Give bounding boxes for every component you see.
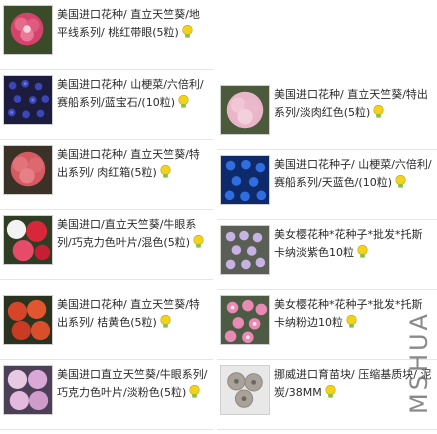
bulb-icon (395, 175, 406, 188)
product-thumbnail[interactable] (220, 225, 270, 275)
watermark: MSHUA (405, 311, 433, 414)
bulb-icon (160, 165, 171, 178)
bulb-icon (346, 315, 357, 328)
product-thumbnail[interactable] (3, 295, 53, 345)
bulb-icon (178, 95, 189, 108)
product-title[interactable]: 美国进口/直立天竺葵/牛眼系列/巧克力色叶片/混色(5粒) (57, 216, 213, 252)
bulb-icon (357, 245, 368, 258)
product-card[interactable]: 美国进口花种/ 直立天竺葵/特出系列/ 肉红箱(5粒) (0, 142, 213, 210)
product-card[interactable]: 挪威进口育苗块/ 压缩基质块/ 泥炭/38MM (217, 362, 437, 430)
product-title[interactable]: 美国进口花种/ 直立天竺葵/特出系列/ 肉红箱(5粒) (57, 146, 213, 182)
product-title[interactable]: 美国进口花种/ 直立天竺葵/特出系列/ 桔黄色(5粒) (57, 296, 213, 332)
product-card[interactable]: 美女樱花种*花种子*批发*托斯卡纳粉边10粒 (217, 292, 437, 360)
product-thumbnail[interactable] (220, 365, 270, 415)
product-title[interactable]: 美国进口花种/ 直立天竺葵/地平线系列/ 桃红带眼(5粒) (57, 6, 213, 42)
bulb-icon (373, 105, 384, 118)
product-title[interactable]: 美国进口花种/ 直立天竺葵/特出系列/淡肉红色(5粒) (274, 86, 437, 122)
product-thumbnail[interactable] (3, 75, 53, 125)
product-card[interactable]: 美国进口花种/ 直立天竺葵/特出系列/淡肉红色(5粒) (217, 82, 437, 150)
product-thumbnail[interactable] (3, 215, 53, 265)
product-title[interactable]: 美国进口直立天竺葵/牛眼系列/巧克力色叶片/淡粉色(5粒) (57, 366, 213, 402)
product-card[interactable]: 美女樱花种*花种子*批发*托斯卡纳淡紫色10粒 (217, 222, 437, 290)
bulb-icon (325, 385, 336, 398)
product-thumbnail[interactable] (220, 155, 270, 205)
product-thumbnail[interactable] (220, 295, 270, 345)
product-card[interactable]: 美国进口花种/ 直立天竺葵/地平线系列/ 桃红带眼(5粒) (0, 2, 213, 70)
bulb-icon (160, 315, 171, 328)
product-title[interactable]: 美国进口花种/ 山梗菜/六倍利/赛船系列/蓝宝石/(10粒) (57, 76, 213, 112)
bulb-icon (182, 25, 193, 38)
product-card[interactable]: 美国进口花种子/ 山梗菜/六倍利/赛船系列/天蓝色/(10粒) (217, 152, 437, 220)
product-title[interactable]: 美女樱花种*花种子*批发*托斯卡纳淡紫色10粒 (274, 226, 437, 262)
bulb-icon (193, 235, 204, 248)
product-card[interactable]: 美国进口直立天竺葵/牛眼系列/巧克力色叶片/淡粉色(5粒) (0, 362, 213, 430)
product-title[interactable]: 美国进口花种子/ 山梗菜/六倍利/赛船系列/天蓝色/(10粒) (274, 156, 437, 192)
product-thumbnail[interactable] (220, 85, 270, 135)
product-card[interactable]: 美国进口/直立天竺葵/牛眼系列/巧克力色叶片/混色(5粒) (0, 212, 213, 280)
bulb-icon (189, 385, 200, 398)
product-card[interactable]: 美国进口花种/ 直立天竺葵/特出系列/ 桔黄色(5粒) (0, 292, 213, 360)
product-thumbnail[interactable] (3, 5, 53, 55)
product-thumbnail[interactable] (3, 365, 53, 415)
product-thumbnail[interactable] (3, 145, 53, 195)
product-card[interactable]: 美国进口花种/ 山梗菜/六倍利/赛船系列/蓝宝石/(10粒) (0, 72, 213, 140)
